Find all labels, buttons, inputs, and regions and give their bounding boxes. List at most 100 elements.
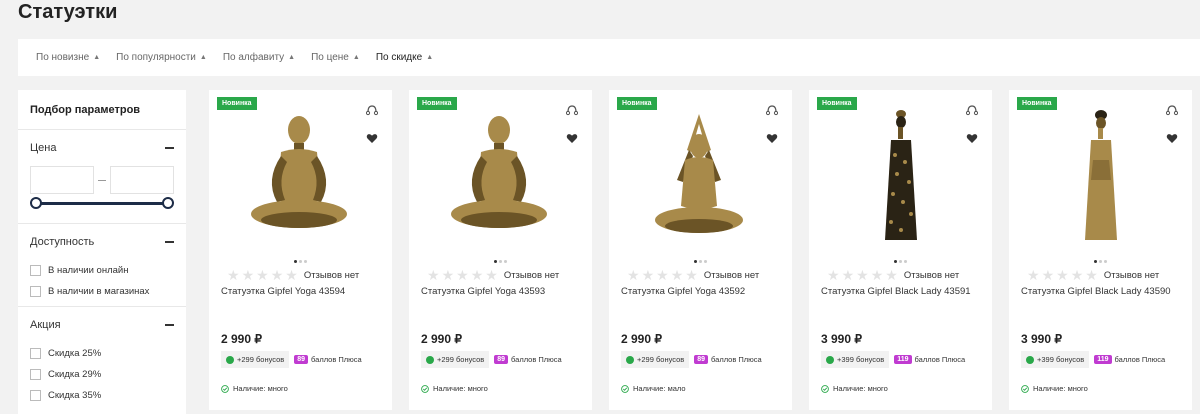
- pagination-dot[interactable]: [294, 260, 297, 263]
- bonus-badge: +399 бонусов: [1021, 351, 1090, 368]
- bonus-text: +399 бонусов: [1037, 355, 1085, 364]
- sort-bar: По новизне ▲ По популярности ▲ По алфавиту ▲ П…: [18, 39, 1200, 76]
- product-name[interactable]: Статуэтка Gipfel Yoga 43594: [221, 286, 345, 297]
- checkbox[interactable]: [30, 390, 41, 401]
- sort-option[interactable]: По популярности ▲: [116, 52, 207, 63]
- checkbox-label: В наличии онлайн: [48, 265, 129, 276]
- product-name[interactable]: Статуэтка Gipfel Black Lady 43590: [1021, 286, 1171, 297]
- product-card[interactable]: Новинка ★ ★ ★ ★ ★ Отзывов нет Статуэтка Gipfel …: [609, 90, 792, 410]
- pagination-dot[interactable]: [1104, 260, 1107, 263]
- pagination-dot[interactable]: [894, 260, 897, 263]
- star-icon: ★: [256, 267, 269, 283]
- new-badge: Новинка: [1017, 97, 1057, 110]
- product-name[interactable]: Статуэтка Gipfel Black Lady 43591: [821, 286, 971, 297]
- pagination-dot[interactable]: [1094, 260, 1097, 263]
- product-image[interactable]: [629, 110, 769, 250]
- star-icon: ★: [427, 267, 440, 283]
- product-price: 2 990 ₽: [221, 332, 262, 346]
- filter-price-label: Цена: [30, 142, 57, 154]
- price-to-input[interactable]: [110, 166, 174, 194]
- sort-label: По популярности: [116, 52, 196, 63]
- filter-availability: Доступность В наличии онлайн В наличии в…: [18, 224, 186, 307]
- product-image[interactable]: [429, 110, 569, 250]
- stock-status: Наличие: мало: [621, 384, 686, 393]
- star-icon: ★: [656, 267, 669, 283]
- pagination-dot[interactable]: [504, 260, 507, 263]
- sort-option[interactable]: По скидке ▲: [376, 52, 433, 63]
- image-pagination: [209, 260, 392, 263]
- collapse-icon[interactable]: [165, 147, 174, 149]
- product-grid: Новинка ★ ★ ★ ★ ★ Отзывов нет Статуэтка Gipfel …: [209, 90, 1200, 410]
- star-icon: ★: [641, 267, 655, 283]
- product-card[interactable]: Новинка ★ ★ ★ ★ ★ Отзывов нет Статуэтка Gipfel …: [409, 90, 592, 410]
- new-badge: Новинка: [617, 97, 657, 110]
- sort-option[interactable]: По алфавиту ▲: [223, 52, 295, 63]
- reviews-count[interactable]: Отзывов нет: [904, 270, 959, 281]
- sort-option[interactable]: По новизне ▲: [36, 52, 100, 63]
- reviews-count[interactable]: Отзывов нет: [504, 270, 559, 281]
- product-name[interactable]: Статуэтка Gipfel Yoga 43593: [421, 286, 545, 297]
- product-price: 2 990 ₽: [421, 332, 462, 346]
- sort-label: По алфавиту: [222, 52, 285, 63]
- star-icon: ★: [856, 267, 869, 283]
- pagination-dot[interactable]: [704, 260, 707, 263]
- product-card[interactable]: Новинка ★ ★ ★ ★ ★ Отзывов нет Статуэтка Gipfel …: [209, 90, 392, 410]
- sort-option[interactable]: По цене ▲: [311, 52, 360, 63]
- product-price: 2 990 ₽: [621, 332, 662, 346]
- product-image[interactable]: [829, 110, 969, 250]
- bonus-badge: +299 бонусов: [621, 351, 690, 368]
- reviews-count[interactable]: Отзывов нет: [304, 270, 359, 281]
- stock-status: Наличие: много: [821, 384, 888, 393]
- checkbox-option[interactable]: Скидка 25%: [30, 343, 174, 364]
- product-image[interactable]: [1029, 110, 1169, 250]
- pagination-dot[interactable]: [1099, 260, 1102, 263]
- pagination-dot[interactable]: [694, 260, 697, 263]
- price-slider[interactable]: [30, 194, 174, 218]
- checkbox[interactable]: [30, 265, 41, 276]
- pagination-dot[interactable]: [899, 260, 902, 263]
- star-icon: ★: [885, 267, 898, 283]
- coin-icon: [426, 355, 434, 364]
- stock-text: Наличие: много: [833, 384, 888, 393]
- product-price: 3 990 ₽: [821, 332, 862, 346]
- collapse-icon[interactable]: [165, 324, 174, 326]
- bonus-badge: +299 бонусов: [421, 351, 490, 368]
- stock-text: Наличие: много: [1033, 384, 1088, 393]
- reviews-count[interactable]: Отзывов нет: [704, 270, 759, 281]
- price-from-input[interactable]: [30, 166, 94, 194]
- checkbox-option[interactable]: Скидка 29%: [30, 364, 174, 385]
- pagination-dot[interactable]: [304, 260, 307, 263]
- pagination-dot[interactable]: [494, 260, 497, 263]
- filters-panel: Подбор параметров Цена Доступность В нал…: [18, 90, 186, 414]
- bonus-row: +299 бонусов 89 баллов Плюса: [421, 351, 562, 368]
- bonus-row: +299 бонусов 89 баллов Плюса: [221, 351, 362, 368]
- pagination-dot[interactable]: [299, 260, 302, 263]
- checkbox[interactable]: [30, 286, 41, 297]
- check-circle-icon: [621, 384, 629, 393]
- checkbox[interactable]: [30, 348, 41, 359]
- caret-up-icon: ▲: [352, 54, 360, 61]
- collapse-icon[interactable]: [165, 241, 174, 243]
- pagination-dot[interactable]: [499, 260, 502, 263]
- plus-points-label: баллов Плюса: [511, 355, 562, 364]
- product-image[interactable]: [229, 110, 369, 250]
- stock-status: Наличие: много: [421, 384, 488, 393]
- checkbox[interactable]: [30, 369, 41, 380]
- checkbox-option[interactable]: Скидка 35%: [30, 385, 174, 406]
- reviews-count[interactable]: Отзывов нет: [1104, 270, 1159, 281]
- plus-points-badge: 119: [894, 355, 912, 364]
- checkbox-option[interactable]: В наличии в магазинах: [30, 281, 174, 302]
- slider-min-handle[interactable]: [30, 197, 42, 209]
- stock-text: Наличие: мало: [633, 384, 686, 393]
- pagination-dot[interactable]: [699, 260, 702, 263]
- page-title: Статуэтки: [18, 1, 118, 23]
- product-card[interactable]: Новинка ★ ★ ★ ★ ★ Отзывов нет Статуэтка Gipfel …: [1009, 90, 1192, 410]
- coin-icon: [626, 355, 634, 364]
- checkbox-option[interactable]: В наличии онлайн: [30, 260, 174, 281]
- sort-label: По скидке: [375, 52, 423, 63]
- product-name[interactable]: Статуэтка Gipfel Yoga 43592: [621, 286, 745, 297]
- pagination-dot[interactable]: [904, 260, 907, 263]
- bonus-text: +299 бонусов: [437, 355, 485, 364]
- product-card[interactable]: Новинка ★ ★ ★ ★ ★ Отзывов нет Статуэтка Gipfel …: [809, 90, 992, 410]
- slider-max-handle[interactable]: [162, 197, 174, 209]
